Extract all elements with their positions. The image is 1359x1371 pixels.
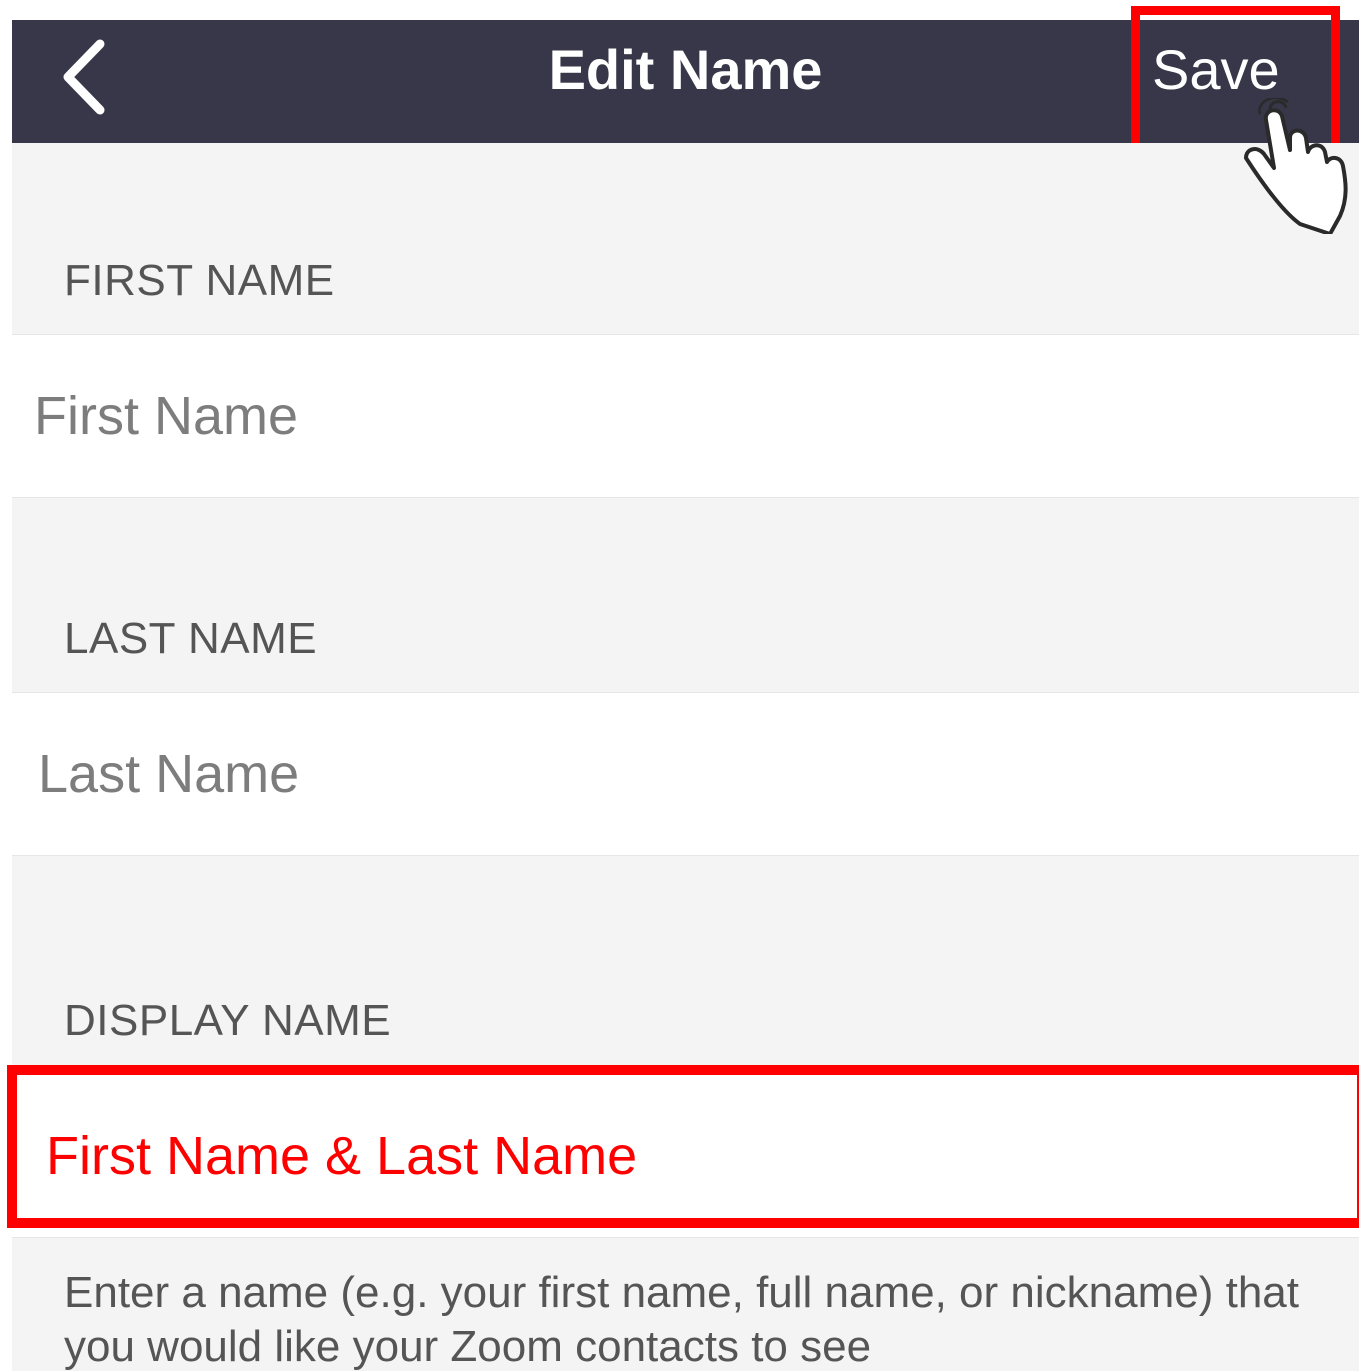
last-name-label: LAST NAME (64, 614, 318, 663)
first-name-section-header: FIRST NAME (12, 143, 1359, 335)
help-area: Enter a name (e.g. your first name, full… (12, 1238, 1359, 1371)
display-name-section-header: DISPLAY NAME (12, 856, 1359, 1074)
first-name-field[interactable] (34, 335, 1334, 497)
display-name-help-text: Enter a name (e.g. your first name, full… (64, 1268, 1299, 1371)
last-name-row (12, 693, 1359, 856)
display-name-row (12, 1074, 1359, 1238)
last-name-field[interactable] (38, 693, 1338, 855)
hand-pointer-icon (1244, 98, 1348, 234)
first-name-row (12, 335, 1359, 498)
display-name-field[interactable] (46, 1074, 1346, 1237)
first-name-label: FIRST NAME (64, 256, 335, 305)
display-name-label: DISPLAY NAME (64, 996, 392, 1045)
edit-name-screen: Edit Name Save FIRST NAME LAST NAME DISP… (0, 0, 1359, 1371)
navigation-bar: Edit Name Save (12, 20, 1359, 143)
last-name-section-header: LAST NAME (12, 498, 1359, 693)
